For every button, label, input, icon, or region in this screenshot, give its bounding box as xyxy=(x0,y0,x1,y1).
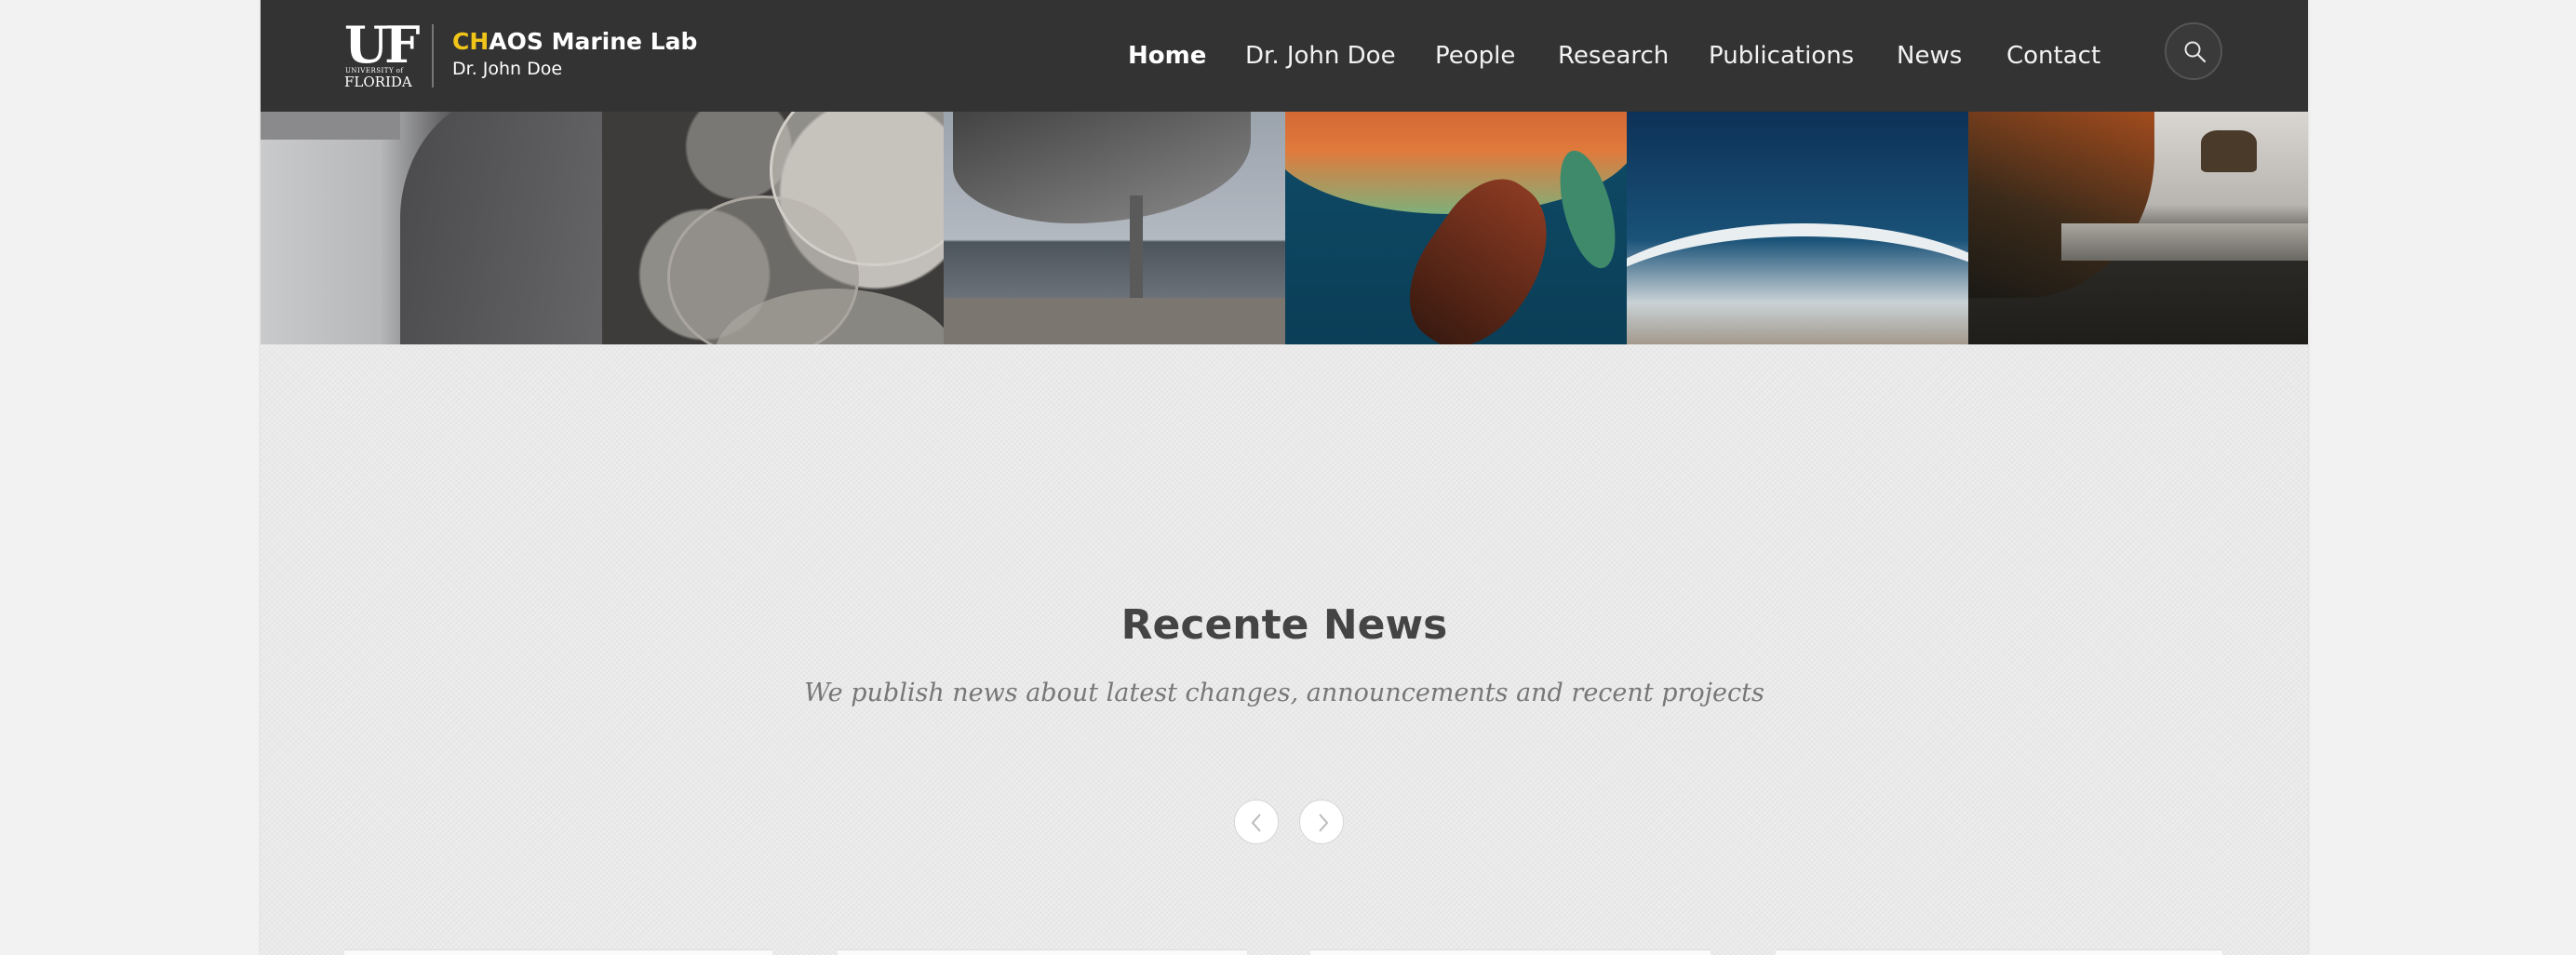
lab-name[interactable]: CHAOS Marine Lab xyxy=(452,26,697,58)
uf-logo-florida: FLORIDA xyxy=(344,74,412,90)
news-next-button[interactable] xyxy=(1299,800,1344,844)
coastal-cliff-image xyxy=(1968,112,2308,344)
news-card-3[interactable] xyxy=(1310,949,1711,955)
chevron-right-icon xyxy=(1319,814,1329,832)
news-card-4[interactable] xyxy=(1776,949,2222,955)
pelican-image xyxy=(261,112,602,344)
nav-item-dr-john-doe[interactable]: Dr. John Doe xyxy=(1245,37,1396,74)
nav-item-research[interactable]: Research xyxy=(1558,37,1669,74)
nav-item-contact[interactable]: Contact xyxy=(2006,37,2100,74)
ocean-shore-image xyxy=(1627,112,1968,344)
page: UF UNIVERSITY of FLORIDA CHAOS Marine La… xyxy=(261,0,2308,955)
search-icon xyxy=(2184,41,2207,63)
news-card-2[interactable] xyxy=(838,949,1247,955)
nav-item-publications[interactable]: Publications xyxy=(1709,37,1854,74)
news-prev-button[interactable] xyxy=(1234,800,1279,844)
news-card-1[interactable] xyxy=(344,949,772,955)
nav-item-news[interactable]: News xyxy=(1897,37,1962,74)
lab-subtitle: Dr. John Doe xyxy=(452,59,563,79)
sea-turtle-image xyxy=(1285,112,1627,344)
lab-name-highlight: CH xyxy=(452,28,490,55)
news-section-title: Recente News xyxy=(1120,600,1448,649)
search-button[interactable] xyxy=(2165,22,2222,80)
site-header: UF UNIVERSITY of FLORIDA CHAOS Marine La… xyxy=(261,0,2308,112)
chevron-left-icon xyxy=(1251,814,1261,832)
uf-logo-letters: UF xyxy=(344,15,420,74)
uf-logo[interactable]: UF UNIVERSITY of FLORIDA xyxy=(344,17,420,90)
nav-item-people[interactable]: People xyxy=(1435,37,1515,74)
seagull-image xyxy=(944,112,1285,344)
image-strip xyxy=(261,112,2308,344)
news-section-subtitle: We publish news about latest changes, an… xyxy=(804,679,1764,707)
nav-item-home[interactable]: Home xyxy=(1128,37,1206,74)
jellyfish-image xyxy=(602,112,944,344)
logo-divider xyxy=(432,24,434,87)
lab-name-rest: AOS Marine Lab xyxy=(489,28,698,55)
